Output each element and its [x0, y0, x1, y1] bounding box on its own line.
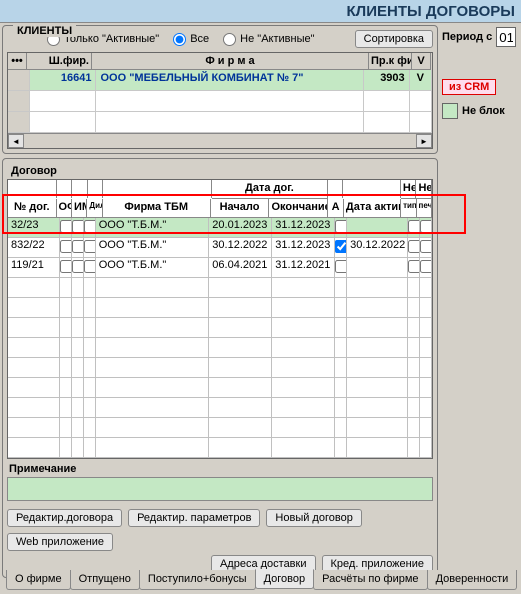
scroll-left-icon[interactable]: ◄ — [8, 134, 24, 148]
client-firm: ООО "МЕБЕЛЬНЫЙ КОМБИНАТ № 7" — [96, 70, 364, 90]
contract-flag-checkbox[interactable] — [408, 260, 420, 273]
contract-flag-checkbox[interactable] — [84, 240, 96, 253]
page-title: КЛИЕНТЫ ДОГОВОРЫ — [347, 3, 515, 20]
col-firm-tbm[interactable]: Фирма ТБМ — [103, 199, 211, 218]
from-crm-button[interactable]: из CRM — [442, 79, 496, 95]
contract-active-checkbox[interactable] — [335, 220, 347, 233]
col-of[interactable]: ОФ — [57, 199, 72, 218]
new-contract-button[interactable]: Новый договор — [266, 509, 361, 527]
contract-active-checkbox[interactable] — [335, 260, 347, 273]
note-label: Примечание — [9, 463, 433, 475]
tab-contract[interactable]: Договор — [255, 569, 315, 589]
contract-flag-checkbox[interactable] — [408, 240, 420, 253]
tab-received[interactable]: Поступило+бонусы — [139, 570, 256, 590]
clients-panel: КЛИЕНТЫ Только "Активные" Все Не "Активн… — [2, 25, 438, 154]
col-ne1: Не — [401, 180, 417, 199]
col-pech[interactable]: печ. — [417, 199, 432, 218]
contract-flag-checkbox[interactable] — [72, 260, 84, 273]
radio-inactive[interactable] — [223, 33, 236, 46]
contract-row[interactable] — [8, 378, 432, 398]
clients-grid: ••• Ш.фир. Ф и р м а Пр.к фил. V 16641 О… — [7, 52, 433, 149]
contract-row[interactable] — [8, 438, 432, 458]
tab-about[interactable]: О фирме — [6, 570, 71, 590]
contract-row[interactable] — [8, 418, 432, 438]
period-from-input[interactable] — [496, 27, 516, 47]
row-marker-header: ••• — [8, 53, 27, 70]
contract-flag-checkbox[interactable] — [72, 220, 84, 233]
contract-row[interactable] — [8, 338, 432, 358]
contract-row[interactable] — [8, 398, 432, 418]
col-date-group: Дата дог. — [212, 180, 328, 199]
contract-flag-checkbox[interactable] — [60, 220, 72, 233]
neblock-checkbox[interactable] — [442, 103, 458, 119]
contracts-panel: Договор Дата дог. Не Не № дог. ОФ ИМ Дил… — [2, 158, 438, 578]
tab-shipped[interactable]: Отпущено — [70, 570, 140, 590]
client-row[interactable]: 16641 ООО "МЕБЕЛЬНЫЙ КОМБИНАТ № 7" 3903 … — [8, 70, 432, 91]
edit-contract-button[interactable]: Редактир.договора — [7, 509, 122, 527]
col-ne2: Не — [416, 180, 432, 199]
contract-row[interactable]: 832/22ООО "Т.Б.М."30.12.202231.12.202330… — [8, 238, 432, 258]
col-start[interactable]: Начало — [211, 199, 270, 218]
client-v: V — [410, 70, 432, 90]
contract-row[interactable] — [8, 278, 432, 298]
col-end[interactable]: Окончание — [269, 199, 328, 218]
neblock-label: Не блок — [462, 105, 505, 117]
scroll-right-icon[interactable]: ► — [416, 134, 432, 148]
col-date-act[interactable]: Дата актив — [344, 199, 401, 218]
contract-flag-checkbox[interactable] — [84, 220, 96, 233]
col-firm[interactable]: Ф и р м а — [92, 53, 369, 70]
contract-flag-checkbox[interactable] — [60, 240, 72, 253]
col-no[interactable]: № дог. — [8, 199, 57, 218]
client-row-empty — [8, 112, 432, 133]
contract-active-checkbox[interactable] — [335, 240, 347, 253]
contract-flag-checkbox[interactable] — [420, 220, 432, 233]
contracts-grid: Дата дог. Не Не № дог. ОФ ИМ Дилер Фирма… — [7, 179, 433, 459]
col-v[interactable]: V — [412, 53, 431, 70]
web-app-button[interactable]: Web приложение — [7, 533, 113, 551]
col-im[interactable]: ИМ — [72, 199, 87, 218]
col-prfil[interactable]: Пр.к фил. — [369, 53, 412, 70]
contract-row[interactable] — [8, 358, 432, 378]
note-box[interactable] — [7, 477, 433, 501]
contract-flag-checkbox[interactable] — [420, 260, 432, 273]
row-marker — [8, 70, 30, 90]
period-label: Период с — [442, 31, 492, 43]
contract-flag-checkbox[interactable] — [420, 240, 432, 253]
col-diler[interactable]: Дилер — [87, 199, 102, 218]
radio-active-label: Только "Активные" — [64, 33, 159, 45]
bottom-tabs: О фирме Отпущено Поступило+бонусы Догово… — [6, 570, 516, 590]
radio-inactive-label: Не "Активные" — [240, 33, 314, 45]
client-sh: 16641 — [30, 70, 96, 90]
edit-params-button[interactable]: Редактир. параметров — [128, 509, 260, 527]
clients-panel-title: КЛИЕНТЫ — [13, 25, 76, 37]
contracts-title: Договор — [11, 165, 433, 177]
contract-row[interactable] — [8, 318, 432, 338]
sort-button[interactable]: Сортировка — [355, 30, 433, 48]
contract-row[interactable] — [8, 298, 432, 318]
contract-flag-checkbox[interactable] — [72, 240, 84, 253]
client-pr: 3903 — [364, 70, 409, 90]
col-shfir[interactable]: Ш.фир. — [27, 53, 92, 70]
col-a[interactable]: А — [328, 199, 343, 218]
contract-flag-checkbox[interactable] — [408, 220, 420, 233]
tab-proxy[interactable]: Доверенности — [427, 570, 518, 590]
tab-calc[interactable]: Расчёты по фирме — [313, 570, 427, 590]
contract-flag-checkbox[interactable] — [60, 260, 72, 273]
contract-row[interactable]: 119/21ООО "Т.Б.М."06.04.202131.12.2021 — [8, 258, 432, 278]
client-row-empty — [8, 91, 432, 112]
col-tip[interactable]: тип. — [401, 199, 416, 218]
hscroll[interactable]: ◄ ► — [8, 133, 432, 148]
radio-all-label: Все — [190, 33, 209, 45]
contract-flag-checkbox[interactable] — [84, 260, 96, 273]
radio-all[interactable] — [173, 33, 186, 46]
contract-row[interactable]: 32/23ООО "Т.Б.М."20.01.202331.12.2023 — [8, 218, 432, 238]
